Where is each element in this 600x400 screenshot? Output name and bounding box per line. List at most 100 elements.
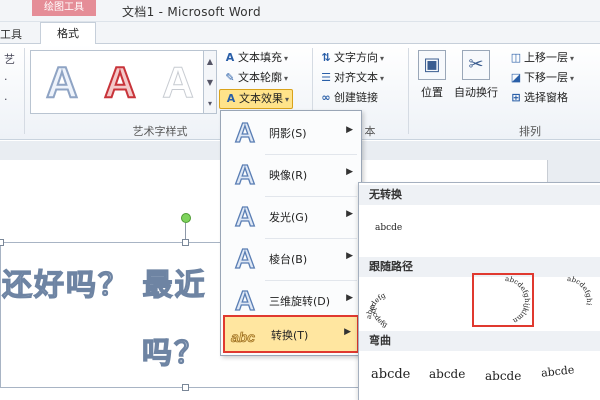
- bring-forward-button[interactable]: ◫ 上移一层 ▾: [508, 48, 574, 68]
- align-text-icon: ☰: [321, 71, 331, 84]
- submenu-arrow-icon: ▶: [346, 125, 353, 135]
- submenu-arrow-icon: ▶: [346, 293, 353, 303]
- svg-text:abcdefg: abcdefg: [369, 304, 389, 329]
- dropdown-arrow-icon: ▾: [284, 74, 289, 83]
- wordart-style-gallery: A A A: [30, 50, 216, 114]
- dropdown-arrow-icon: ▾: [570, 54, 575, 63]
- rotate-handle[interactable]: [181, 213, 191, 223]
- submenu-arrow-icon: ▶: [346, 167, 353, 177]
- no-transform-option[interactable]: abcde: [375, 223, 402, 233]
- tab-tools-partial[interactable]: 工具: [0, 26, 22, 42]
- text-effects-button[interactable]: A 文本效果 ▾: [219, 89, 294, 109]
- text-outline-button[interactable]: ✎ 文本轮廓 ▾: [222, 68, 288, 88]
- shadow-effect-icon: A: [234, 116, 256, 148]
- send-backward-button[interactable]: ◪ 下移一层 ▾: [508, 68, 574, 88]
- send-backward-icon: ◪: [510, 71, 522, 84]
- align-text-button[interactable]: ☰ 对齐文本 ▾: [318, 68, 384, 88]
- text-outline-icon: ✎: [225, 71, 235, 84]
- submenu-arrow-icon: ▶: [346, 251, 353, 261]
- title-bar: 绘图工具 文档1 - Microsoft Word: [0, 0, 600, 22]
- warp-option-1[interactable]: abcde: [371, 367, 410, 382]
- group-separator: [24, 48, 25, 134]
- menu-item-reflection[interactable]: A 映像(R) ▶: [223, 155, 359, 195]
- menu-item-label: 映像(R): [269, 169, 308, 182]
- position-icon: ▣: [418, 50, 446, 80]
- text-direction-button[interactable]: ⇅ 文字方向 ▾: [318, 48, 384, 68]
- text-fill-button[interactable]: A 文本填充 ▾: [222, 48, 288, 68]
- bevel-effect-icon: A: [234, 242, 256, 274]
- create-link-button[interactable]: ∞ 创建链接: [318, 88, 378, 108]
- gallery-up-icon[interactable]: ▲: [204, 51, 216, 72]
- wordart-text-line-1[interactable]: 还好吗？ 最近: [1, 260, 206, 304]
- text-effects-label: 文本效果: [239, 92, 283, 105]
- svg-text:abcdefghi: abcdefghi: [567, 275, 593, 307]
- follow-path-button-option[interactable]: abcdefghi: [537, 275, 597, 325]
- menu-item-label: 三维旋转(D): [269, 295, 331, 308]
- create-link-label: 创建链接: [334, 91, 378, 104]
- warp-option-3[interactable]: abcde: [485, 369, 521, 383]
- warp-header: 弯曲: [359, 331, 600, 351]
- dropdown-arrow-icon: ▾: [284, 54, 289, 63]
- reflection-effect-icon: A: [234, 158, 256, 190]
- submenu-arrow-icon: ▶: [344, 327, 351, 337]
- wordart-text-line-2[interactable]: 吗？: [141, 328, 206, 372]
- wrap-text-icon: ✂: [462, 50, 490, 80]
- resize-handle-bottom[interactable]: [182, 384, 189, 391]
- gallery-down-icon[interactable]: ▼: [204, 72, 216, 93]
- dropdown-arrow-icon: ▾: [380, 54, 385, 63]
- dropdown-arrow-icon: ▾: [570, 74, 575, 83]
- no-transform-header: 无转换: [359, 185, 600, 205]
- left-stub-item[interactable]: ·: [0, 70, 22, 90]
- bring-forward-label: 上移一层: [524, 51, 568, 64]
- tab-format[interactable]: 格式: [40, 22, 96, 45]
- wordart-style-1[interactable]: A: [35, 55, 89, 109]
- left-stub-item[interactable]: 艺: [0, 50, 22, 70]
- link-icon: ∞: [321, 91, 331, 104]
- resize-handle-top-left[interactable]: [0, 239, 4, 246]
- bring-forward-icon: ◫: [510, 51, 522, 64]
- text-fill-icon: A: [225, 51, 235, 64]
- submenu-arrow-icon: ▶: [346, 209, 353, 219]
- transform-effect-icon: abc: [230, 329, 256, 346]
- menu-item-bevel[interactable]: A 棱台(B) ▶: [223, 239, 359, 279]
- selection-pane-icon: ⊞: [511, 91, 521, 104]
- text-effects-menu: A 阴影(S) ▶ A 映像(R) ▶ A 发光(G) ▶ A 棱台(B) ▶ …: [220, 110, 362, 356]
- menu-item-label: 棱台(B): [269, 253, 308, 266]
- gallery-more-icon[interactable]: ▾: [204, 93, 216, 114]
- wordart-group-label: 艺术字样式: [132, 125, 188, 138]
- position-button[interactable]: ▣ 位置: [410, 50, 454, 100]
- text-fill-label: 文本填充: [238, 51, 282, 64]
- warp-option-4[interactable]: abcde: [540, 363, 574, 379]
- menu-item-transform[interactable]: abc 转换(T) ▶: [223, 315, 359, 353]
- wordart-style-2[interactable]: A: [93, 55, 147, 109]
- window-title: 文档1 - Microsoft Word: [122, 5, 261, 19]
- text-effects-icon: A: [226, 92, 236, 105]
- left-stub-item[interactable]: ·: [0, 90, 22, 110]
- arrange-group-label: 排列: [519, 125, 541, 138]
- menu-item-label: 转换(T): [271, 329, 309, 342]
- glow-effect-icon: A: [234, 200, 256, 232]
- group-separator: [408, 48, 409, 134]
- selection-pane-button[interactable]: ⊞ 选择窗格: [508, 88, 568, 108]
- ribbon-left-stub: 艺 · ·: [0, 50, 22, 120]
- menu-item-glow[interactable]: A 发光(G) ▶: [223, 197, 359, 237]
- ribbon-tab-row: 工具 格式: [0, 22, 600, 45]
- menu-item-label: 发光(G): [269, 211, 309, 224]
- menu-item-shadow[interactable]: A 阴影(S) ▶: [223, 113, 359, 153]
- send-backward-label: 下移一层: [524, 71, 568, 84]
- dropdown-arrow-icon: ▾: [380, 74, 385, 83]
- selection-pane-label: 选择窗格: [524, 91, 568, 104]
- 3d-rotation-effect-icon: A: [234, 284, 256, 316]
- context-tab-group-label: 绘图工具: [32, 0, 96, 16]
- wrap-text-button[interactable]: ✂ 自动换行: [454, 50, 498, 100]
- rotation-connector: [185, 223, 186, 240]
- dropdown-arrow-icon: ▾: [285, 95, 290, 104]
- menu-item-label: 阴影(S): [269, 127, 307, 140]
- text-direction-label: 文字方向: [334, 51, 378, 64]
- align-text-label: 对齐文本: [334, 71, 378, 84]
- selected-circle-option-highlight: [472, 273, 534, 327]
- warp-option-2[interactable]: abcde: [429, 367, 465, 381]
- text-outline-label: 文本轮廓: [238, 71, 282, 84]
- wordart-style-3[interactable]: A: [151, 55, 205, 109]
- resize-handle-top[interactable]: [182, 239, 189, 246]
